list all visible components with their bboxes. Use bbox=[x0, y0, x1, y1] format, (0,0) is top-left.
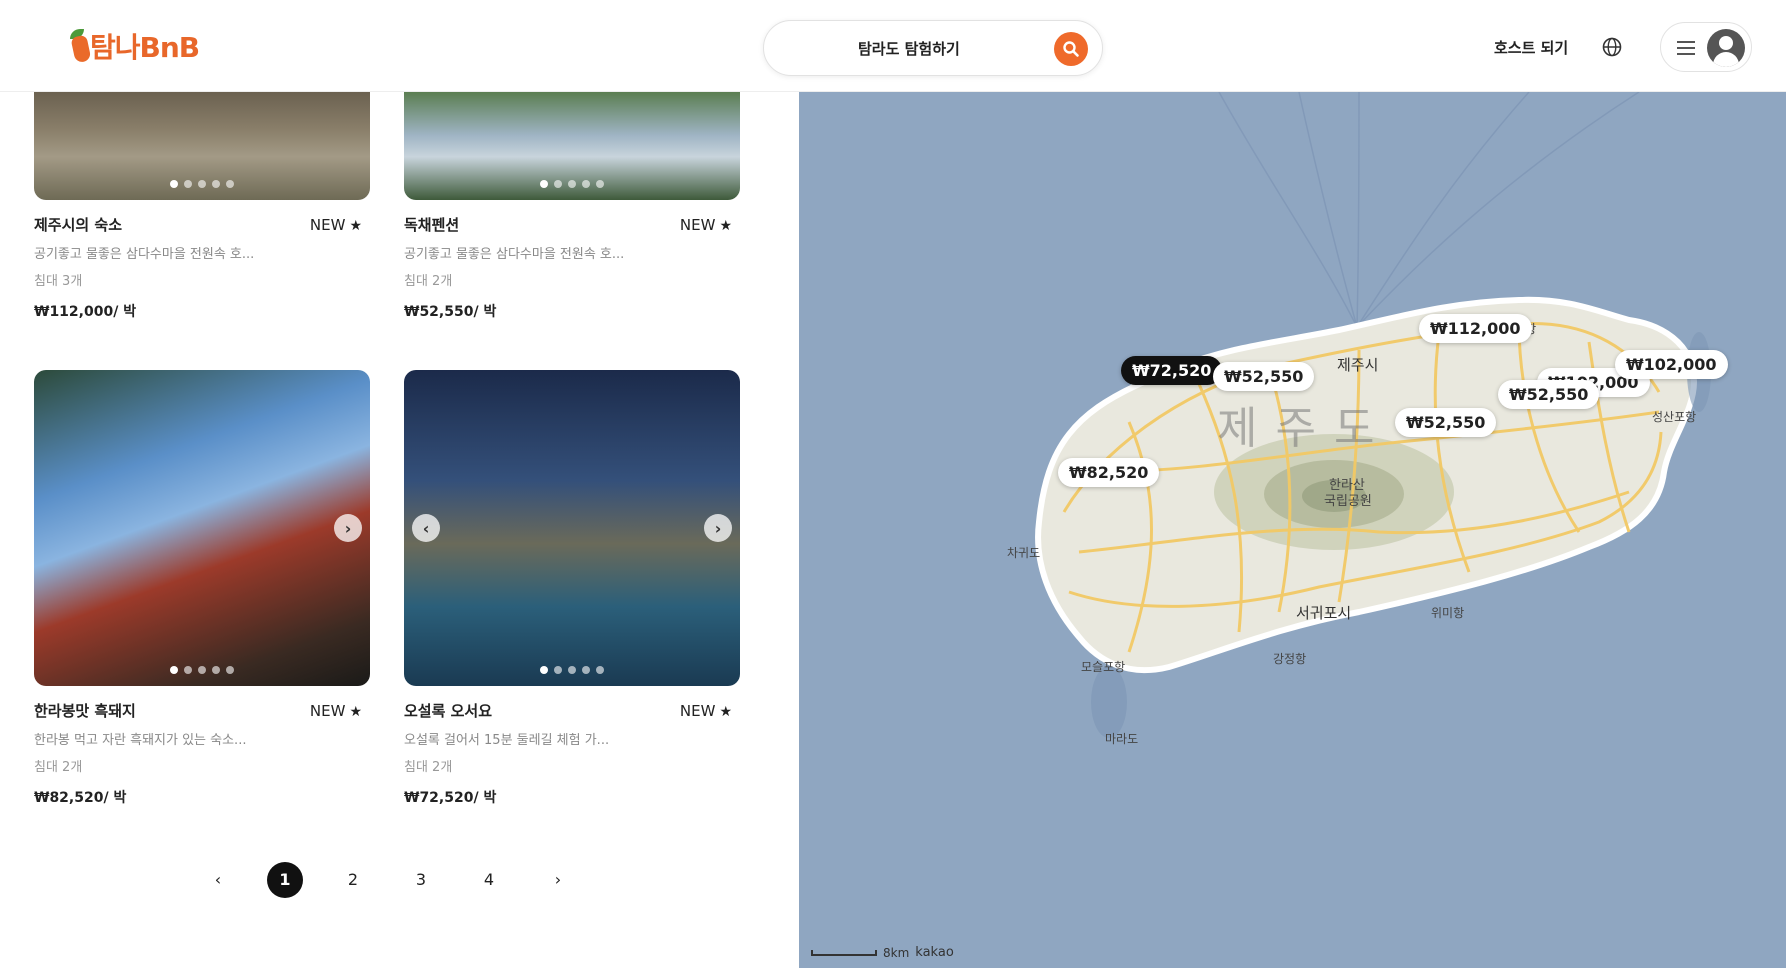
map-price-pin[interactable]: ₩52,550 bbox=[1498, 380, 1600, 409]
chagwido-label: 차귀도 bbox=[1007, 546, 1041, 560]
listing-beds: 침대 3개 bbox=[34, 274, 83, 289]
jeju-city-label: 제주시 bbox=[1337, 356, 1379, 374]
top-header: 탐나BnB 탐라도 탐험하기 호스트 되기 bbox=[0, 0, 1786, 92]
map-footer: 8km kakao bbox=[811, 945, 954, 960]
pagination: ‹ 1 2 3 4 › bbox=[200, 862, 580, 902]
globe-icon[interactable] bbox=[1601, 36, 1623, 58]
new-badge: NEW ★ bbox=[309, 215, 362, 234]
map-view[interactable]: 제주도 제주시 서귀포시 한라산 국립공원 차귀도 성산포항 위미항 강정항 모… bbox=[799, 92, 1786, 968]
search-button[interactable] bbox=[1054, 32, 1088, 66]
listing-description: 공기좋고 물좋은 삼다수마을 전원속 호... bbox=[34, 247, 255, 262]
moseulpo-port-label: 모슬포항 bbox=[1081, 660, 1126, 674]
listing-beds: 침대 2개 bbox=[404, 760, 453, 775]
listing-price: ₩112,000/ 박 bbox=[34, 304, 137, 320]
listing-price: ₩52,550/ 박 bbox=[404, 304, 497, 320]
map-price-pin[interactable]: ₩72,520 bbox=[1121, 356, 1223, 385]
page-button-3[interactable]: 3 bbox=[403, 862, 439, 898]
gangjeong-port-label: 강정항 bbox=[1273, 652, 1307, 666]
listing-beds: 침대 2개 bbox=[404, 274, 453, 289]
island-label: 제주도 bbox=[1217, 403, 1393, 454]
prev-photo-button[interactable]: ‹ bbox=[412, 514, 440, 542]
menu-icon bbox=[1677, 41, 1695, 55]
profile-menu-button[interactable] bbox=[1660, 22, 1752, 72]
national-park-label: 국립공원 bbox=[1324, 494, 1372, 509]
listing-photo[interactable]: ‹ › bbox=[404, 370, 740, 686]
search-icon bbox=[1063, 41, 1079, 57]
photo-dots bbox=[540, 666, 604, 674]
new-badge: NEW ★ bbox=[679, 701, 732, 720]
page-button-1[interactable]: 1 bbox=[267, 862, 303, 898]
prev-page-button[interactable]: ‹ bbox=[200, 862, 236, 898]
map-price-pin[interactable]: ₩112,000 bbox=[1419, 314, 1532, 343]
user-avatar-icon bbox=[1707, 29, 1745, 67]
page-button-2[interactable]: 2 bbox=[335, 862, 371, 898]
listing-beds: 침대 2개 bbox=[34, 760, 83, 775]
listing-photo[interactable] bbox=[34, 92, 370, 200]
listing-name: 독채펜션 bbox=[404, 216, 460, 234]
star-icon: ★ bbox=[719, 217, 732, 234]
listing-photo[interactable]: › bbox=[34, 370, 370, 686]
page-button-4[interactable]: 4 bbox=[471, 862, 507, 898]
listing-name: 제주시의 숙소 bbox=[34, 216, 123, 234]
search-bar[interactable]: 탐라도 탐험하기 bbox=[763, 20, 1103, 76]
photo-dots bbox=[540, 180, 604, 188]
listing-description: 공기좋고 물좋은 삼다수마을 전원속 호... bbox=[404, 247, 625, 262]
listing-name: 오설록 오서요 bbox=[404, 702, 493, 720]
listing-card[interactable]: 독채펜션 NEW ★ 공기좋고 물좋은 삼다수마을 전원속 호... 침대 2개 … bbox=[404, 92, 740, 321]
star-icon: ★ bbox=[349, 703, 362, 720]
listing-description: 한라봉 먹고 자란 흑돼지가 있는 숙소... bbox=[34, 733, 247, 748]
next-photo-button[interactable]: › bbox=[334, 514, 362, 542]
listing-card[interactable]: › 한라봉맛 흑돼지 NEW ★ 한라봉 먹고 자란 흑돼지가 있는 숙소... … bbox=[34, 370, 370, 807]
new-badge: NEW ★ bbox=[679, 215, 732, 234]
listing-photo[interactable] bbox=[404, 92, 740, 200]
seogwipo-label: 서귀포시 bbox=[1296, 604, 1352, 622]
map-scale-bar bbox=[811, 949, 877, 956]
listing-card[interactable]: ‹ › 오설록 오서요 NEW ★ 오설록 걸어서 15분 둘레길 체험 가...… bbox=[404, 370, 740, 807]
map-scale-label: 8km bbox=[883, 945, 910, 960]
next-photo-button[interactable]: › bbox=[704, 514, 732, 542]
map-price-pin[interactable]: ₩102,000 bbox=[1615, 350, 1728, 379]
carrot-logo-icon bbox=[68, 29, 94, 64]
seongsan-port-label: 성산포항 bbox=[1652, 410, 1697, 424]
listing-price: ₩82,520/ 박 bbox=[34, 790, 127, 806]
become-host-link[interactable]: 호스트 되기 bbox=[1494, 37, 1568, 58]
brand-logo[interactable]: 탐나BnB bbox=[68, 26, 200, 66]
map-price-pin[interactable]: ₩52,550 bbox=[1213, 362, 1315, 391]
photo-dots bbox=[170, 666, 234, 674]
logo-text: 탐나BnB bbox=[90, 31, 200, 64]
listing-panel: 제주시의 숙소 NEW ★ 공기좋고 물좋은 삼다수마을 전원속 호... 침대 … bbox=[0, 92, 795, 972]
new-badge: NEW ★ bbox=[309, 701, 362, 720]
star-icon: ★ bbox=[349, 217, 362, 234]
marado-label: 마라도 bbox=[1105, 732, 1139, 746]
map-price-pin[interactable]: ₩52,550 bbox=[1395, 408, 1497, 437]
search-placeholder[interactable]: 탐라도 탐험하기 bbox=[858, 38, 960, 59]
photo-dots bbox=[170, 180, 234, 188]
listing-description: 오설록 걸어서 15분 둘레길 체험 가... bbox=[404, 733, 610, 748]
listing-name: 한라봉맛 흑돼지 bbox=[34, 702, 136, 720]
map-price-pin[interactable]: ₩82,520 bbox=[1058, 458, 1160, 487]
jeju-map-graphic bbox=[1035, 92, 1711, 738]
next-page-button[interactable]: › bbox=[540, 862, 576, 898]
wimi-port-label: 위미항 bbox=[1431, 606, 1465, 620]
star-icon: ★ bbox=[719, 703, 732, 720]
listing-card[interactable]: 제주시의 숙소 NEW ★ 공기좋고 물좋은 삼다수마을 전원속 호... 침대 … bbox=[34, 92, 370, 321]
listing-price: ₩72,520/ 박 bbox=[404, 790, 497, 806]
map-provider-label: kakao bbox=[915, 945, 954, 960]
